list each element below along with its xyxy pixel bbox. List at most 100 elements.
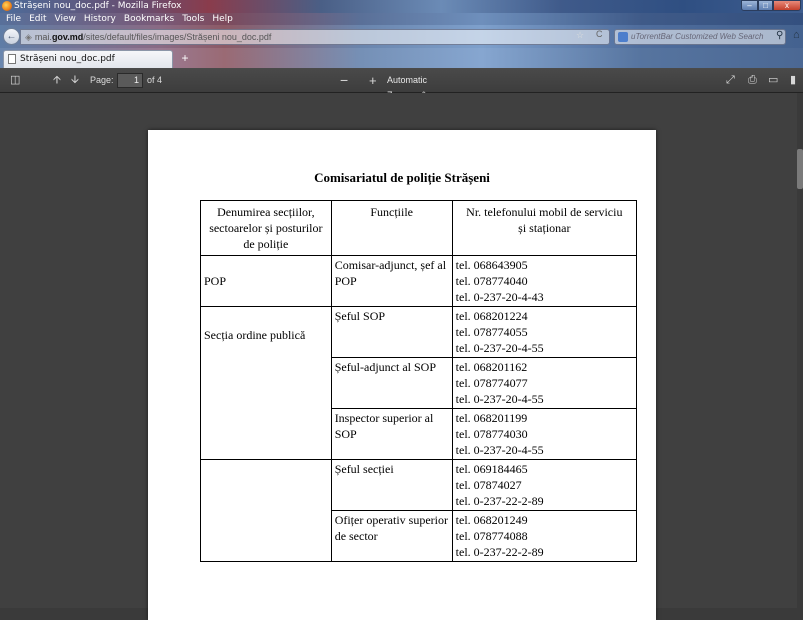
zoom-select[interactable]: Automatic Zoom⇕ — [387, 73, 467, 100]
home-icon[interactable]: ⌂ — [793, 29, 800, 41]
tab-bar: Strășeni nou_doc.pdf + — [0, 48, 803, 68]
menu-tools[interactable]: Tools — [178, 13, 208, 25]
phone-text: tel. 0-237-22-2-89 — [455, 494, 544, 508]
zoom-in-icon[interactable]: + — [369, 68, 377, 93]
maximize-button[interactable]: □ — [758, 0, 773, 11]
search-icon[interactable]: ⚲ — [776, 30, 783, 41]
phone-text: tel. 0-237-20-4-55 — [455, 443, 544, 457]
phone-text: tel. 078774077 — [455, 376, 528, 390]
pdf-viewer[interactable]: Comisariatul de poliție Strășeni Denumir… — [0, 93, 803, 620]
phone-text: tel. 078774088 — [455, 529, 528, 543]
document-icon — [8, 54, 16, 64]
tab-pdf-document[interactable]: Strășeni nou_doc.pdf — [3, 50, 173, 68]
phones-cell: tel. 068201199 tel. 078774030 tel. 0-237… — [451, 408, 638, 460]
plus-icon: + — [181, 51, 189, 65]
phone-text: tel. 068643905 — [455, 258, 528, 272]
site-identity-icon[interactable]: ◈ — [25, 32, 32, 42]
header-functions: Funcțiile — [330, 200, 453, 256]
function-cell: Ofițer operativ superior de sector — [330, 510, 453, 562]
new-tab-button[interactable]: + — [177, 51, 193, 67]
menu-file[interactable]: File — [2, 13, 25, 25]
navigation-bar: ← ◈ mai.gov.md/sites/default/files/images… — [0, 25, 803, 48]
phone-text: tel. 0-237-20-4-55 — [455, 341, 544, 355]
tab-label: Strășeni nou_doc.pdf — [20, 54, 115, 64]
bookmark-star-icon[interactable]: ☆ — [576, 30, 584, 41]
pdf-toolbar: ◫ 🡩 🡫 Page: 1 of 4 − + Automatic Zoom⇕ ⤢… — [0, 68, 803, 100]
menu-help[interactable]: Help — [208, 13, 237, 25]
phone-text: tel. 068201162 — [455, 360, 528, 374]
search-engine-icon[interactable] — [618, 32, 628, 42]
function-text: de sector — [334, 529, 378, 543]
header-units: Denumirea secțiilor, sectoarelor și post… — [200, 200, 332, 256]
menu-edit[interactable]: Edit — [25, 13, 50, 25]
search-bar[interactable]: uTorrentBar Customized Web Search — [614, 29, 786, 45]
url-bar[interactable]: ◈ mai.gov.md/sites/default/files/images/S… — [20, 29, 610, 45]
phones-cell: tel. 069184465 tel. 07874027 tel. 0-237-… — [451, 459, 638, 511]
sidebar-toggle-icon[interactable]: ◫ — [10, 68, 20, 93]
url-path: /sites/default/files/images/Strășeni nou… — [83, 32, 272, 42]
page-number-input[interactable]: 1 — [117, 73, 143, 88]
phone-text: tel. 07874027 — [455, 478, 522, 492]
vertical-scrollbar[interactable] — [797, 93, 803, 608]
menu-history[interactable]: History — [80, 13, 120, 25]
table-row: Șeful secției tel. 069184465 tel. 078740… — [200, 459, 638, 562]
reload-icon[interactable]: C — [596, 29, 603, 39]
page-count: of 4 — [147, 75, 163, 85]
header-text: de poliție — [243, 237, 289, 251]
zoom-out-icon[interactable]: − — [340, 68, 348, 93]
police-contacts-table: Denumirea secțiilor, sectoarelor și post… — [200, 200, 638, 562]
phone-text: tel. 069184465 — [455, 462, 528, 476]
window-titlebar: Strășeni nou_doc.pdf - Mozilla Firefox –… — [0, 0, 803, 13]
url-domain: gov.md — [51, 32, 84, 42]
header-text: și staționar — [518, 221, 571, 235]
header-text: Funcțiile — [370, 205, 413, 219]
next-page-icon[interactable]: 🡫 — [71, 68, 79, 93]
menu-bookmarks[interactable]: Bookmarks — [120, 13, 178, 25]
menu-bar: File Edit View History Bookmarks Tools H… — [0, 13, 803, 25]
header-phones: Nr. telefonului mobil de serviciu și sta… — [451, 200, 638, 256]
document-title: Comisariatul de poliție Strășeni — [314, 170, 490, 185]
function-text: POP — [334, 274, 357, 288]
download-icon[interactable]: ▭ — [768, 68, 778, 93]
function-text: Șeful-adjunct al SOP — [334, 360, 437, 374]
unit-cell — [200, 459, 332, 562]
function-cell: Comisar-adjunct, șef al POP — [330, 255, 453, 307]
firefox-logo-icon — [2, 1, 12, 11]
print-icon[interactable]: ⎙ — [748, 68, 757, 93]
phone-text: tel. 078774030 — [455, 427, 528, 441]
phones-cell: tel. 068201224 tel. 078774055 tel. 0-237… — [451, 306, 638, 358]
table-row: POP Comisar-adjunct, șef al POP tel. 068… — [200, 255, 638, 307]
url-prefix: mai. — [34, 32, 52, 42]
function-text: SOP — [334, 427, 357, 441]
unit-cell: Secția ordine publică — [200, 306, 332, 460]
phone-text: tel. 0-237-22-2-89 — [455, 545, 544, 559]
scrollbar-thumb[interactable] — [797, 149, 803, 189]
header-text: Denumirea secțiilor, — [217, 205, 315, 219]
phones-cell: tel. 068643905 tel. 078774040 tel. 0-237… — [451, 255, 638, 307]
phone-text: tel. 068201199 — [455, 411, 528, 425]
menu-view[interactable]: View — [51, 13, 80, 25]
close-button[interactable]: x — [773, 0, 801, 11]
phones-cell: tel. 068201162 tel. 078774077 tel. 0-237… — [451, 357, 638, 409]
phones-cell: tel. 068201249 tel. 078774088 tel. 0-237… — [451, 510, 638, 562]
pdf-page: Comisariatul de poliție Strășeni Denumir… — [148, 130, 656, 620]
phone-text: tel. 0-237-20-4-43 — [455, 290, 544, 304]
phone-text: tel. 068201249 — [455, 513, 528, 527]
phone-text: tel. 0-237-20-4-55 — [455, 392, 544, 406]
function-text: Comisar-adjunct, șef al — [334, 258, 447, 272]
back-button[interactable]: ← — [3, 28, 20, 45]
function-cell: Inspector superior al SOP — [330, 408, 453, 460]
previous-page-icon[interactable]: 🡩 — [53, 68, 61, 93]
phone-text: tel. 068201224 — [455, 309, 528, 323]
window-title: Strășeni nou_doc.pdf - Mozilla Firefox — [14, 1, 182, 11]
function-cell: Șeful SOP — [330, 306, 453, 358]
function-cell: Șeful secției — [330, 459, 453, 511]
minimize-button[interactable]: – — [741, 0, 758, 11]
search-placeholder: uTorrentBar Customized Web Search — [631, 32, 764, 41]
function-text: Inspector superior al — [334, 411, 434, 425]
fullscreen-icon[interactable]: ⤢ — [726, 68, 735, 93]
header-text: sectoarelor și posturilor — [209, 221, 323, 235]
function-cell: Șeful-adjunct al SOP — [330, 357, 453, 409]
unit-cell: POP — [200, 255, 332, 307]
bookmark-icon[interactable]: ▮ — [790, 68, 796, 93]
